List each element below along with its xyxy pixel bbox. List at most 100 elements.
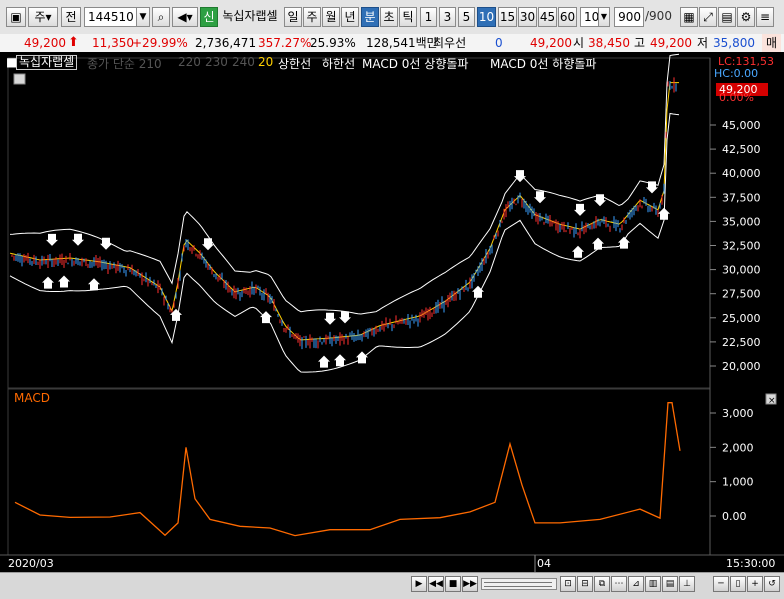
slider-grip bbox=[484, 582, 552, 587]
stock-code-value: 144510 bbox=[88, 10, 134, 24]
zoom-slider-icon[interactable]: ▯ bbox=[730, 576, 746, 592]
arrow-down-icon bbox=[574, 203, 586, 216]
ruler-icon[interactable]: ⊥ bbox=[679, 576, 695, 592]
macd-series-line bbox=[14, 402, 681, 537]
reset-icon[interactable]: ↺ bbox=[764, 576, 780, 592]
tab-second[interactable]: 초 bbox=[380, 7, 398, 27]
volume-ratio: 357.27% bbox=[258, 36, 312, 50]
macd-line bbox=[14, 402, 681, 537]
tab-minute[interactable]: 분 bbox=[361, 7, 379, 27]
arrow-up-icon bbox=[58, 275, 70, 288]
arrow-up-icon bbox=[318, 355, 330, 368]
open-label: 시 bbox=[573, 36, 585, 50]
tab-day[interactable]: 일 bbox=[284, 7, 302, 27]
price-2: 49,200 bbox=[530, 36, 572, 50]
menu-icon[interactable]: ≡ bbox=[756, 7, 774, 27]
speaker-icon[interactable]: ◀▾ bbox=[172, 7, 198, 27]
lower-band-line bbox=[9, 112, 680, 373]
data-count-input[interactable]: 900 bbox=[614, 7, 644, 27]
price-tick-label: 30,000 bbox=[722, 264, 761, 277]
current-price: 49,200 bbox=[24, 36, 66, 50]
price-tick-label: 22,500 bbox=[722, 336, 761, 349]
stop-icon[interactable]: ■ bbox=[445, 576, 461, 592]
change-percent: +29.99% bbox=[132, 36, 188, 50]
indicator-icon[interactable]: ⋯ bbox=[611, 576, 627, 592]
interval-3[interactable]: 3 bbox=[439, 7, 456, 27]
arrow-down-icon bbox=[324, 312, 336, 325]
hc-label: HC:0.00 bbox=[714, 67, 758, 80]
arrow-down-icon bbox=[646, 181, 658, 194]
tool-icon[interactable]: ⊿ bbox=[628, 576, 644, 592]
interval-10[interactable]: 10 bbox=[477, 7, 496, 27]
time-start: 2020/03 bbox=[8, 557, 54, 570]
macd-title: MACD bbox=[14, 391, 50, 405]
gear-icon[interactable]: ⚙ bbox=[737, 7, 755, 27]
legend-lower: 하한선 bbox=[322, 57, 356, 71]
tab-week[interactable]: 주 bbox=[303, 7, 321, 27]
search-icon[interactable]: ⌕ bbox=[152, 7, 170, 27]
save-icon[interactable]: ▤ bbox=[718, 7, 736, 27]
arrow-up-icon bbox=[618, 236, 630, 249]
volume: 2,736,471 bbox=[195, 36, 257, 50]
chevron-down-icon[interactable]: ▼ bbox=[136, 7, 150, 27]
count-chevron-icon[interactable]: ▼ bbox=[598, 7, 610, 27]
tab-year[interactable]: 년 bbox=[341, 7, 359, 27]
legend-macd-down: MACD 0선 하향돌파 bbox=[490, 57, 597, 71]
arrow-up-icon bbox=[334, 354, 346, 367]
grid-icon[interactable]: ▦ bbox=[680, 7, 698, 27]
data-count-total: /900 bbox=[645, 9, 672, 23]
price-tick-label: 32,500 bbox=[722, 240, 761, 253]
count-value: 10 bbox=[584, 10, 600, 24]
copy-icon[interactable]: ⧉ bbox=[594, 576, 610, 592]
interval-5[interactable]: 5 bbox=[458, 7, 475, 27]
candlesticks bbox=[11, 77, 677, 350]
legend-stock-name[interactable]: 녹십자랩셀 bbox=[16, 55, 78, 70]
zoom-out-icon[interactable]: ─ bbox=[713, 576, 729, 592]
sell-tab[interactable]: 매 bbox=[762, 34, 782, 52]
price-tick-label: 40,000 bbox=[722, 167, 761, 180]
interval-30[interactable]: 30 bbox=[518, 7, 537, 27]
arrow-up-icon bbox=[42, 276, 54, 289]
price-pane-border bbox=[7, 57, 711, 389]
macd-axis: 3,000 2,000 1,000 0.00 bbox=[710, 407, 754, 523]
price-tick-label: 25,000 bbox=[722, 312, 761, 325]
scroll-start-icon[interactable]: ◀◀ bbox=[428, 576, 444, 592]
arrow-up-icon bbox=[356, 351, 368, 364]
interval-1[interactable]: 1 bbox=[420, 7, 437, 27]
price-tick-label: 27,500 bbox=[722, 288, 761, 301]
price-axis: 45,000 42,500 40,000 37,500 35,000 32,500 30,0… bbox=[710, 119, 761, 373]
legend-ma4: 240 bbox=[232, 55, 255, 69]
arrow-up-icon bbox=[572, 245, 584, 258]
chart-type-icon[interactable]: ▤ bbox=[662, 576, 678, 592]
low-label: 저 bbox=[697, 36, 709, 50]
arrow-up-icon bbox=[260, 311, 272, 324]
macd-tick-label: 1,000 bbox=[722, 476, 754, 489]
view-icon[interactable]: ⊡ bbox=[560, 576, 576, 592]
period-mode-button[interactable]: 전 bbox=[61, 7, 81, 27]
bars-icon[interactable]: ▥ bbox=[645, 576, 661, 592]
tab-month[interactable]: 월 bbox=[322, 7, 340, 27]
arrow-down-icon bbox=[46, 233, 58, 246]
scroll-end-icon[interactable]: ▶▶ bbox=[462, 576, 478, 592]
scroll-slider[interactable] bbox=[481, 578, 557, 590]
interval-15[interactable]: 15 bbox=[498, 7, 517, 27]
trade-amount: 128,541백만 bbox=[366, 36, 438, 50]
layout-icon[interactable]: ⊟ bbox=[577, 576, 593, 592]
zero-value: 0 bbox=[495, 36, 503, 50]
zoom-icon[interactable]: ⤢ bbox=[699, 7, 717, 27]
upper-band-line bbox=[9, 53, 680, 315]
arrow-down-icon bbox=[534, 191, 546, 204]
chart-panel[interactable]: 45,000 42,500 40,000 37,500 35,000 32,500 30,0… bbox=[0, 52, 784, 572]
interval-60[interactable]: 60 bbox=[558, 7, 577, 27]
time-end: 15:30:00 bbox=[726, 557, 775, 570]
scroll-right-icon[interactable]: ▶ bbox=[411, 576, 427, 592]
interval-45[interactable]: 45 bbox=[538, 7, 557, 27]
arrow-down-icon bbox=[339, 311, 351, 324]
zoom-in-icon[interactable]: + bbox=[747, 576, 763, 592]
chart-canvas[interactable]: 45,000 42,500 40,000 37,500 35,000 32,500 30,0… bbox=[0, 52, 784, 572]
chart-icon[interactable]: ▣ bbox=[6, 7, 26, 27]
market-select[interactable]: 주▾ bbox=[28, 7, 58, 27]
legend-upper: 상한선 bbox=[278, 57, 312, 71]
pane-grid-icon[interactable] bbox=[13, 73, 26, 85]
tab-tick[interactable]: 틱 bbox=[399, 7, 417, 27]
